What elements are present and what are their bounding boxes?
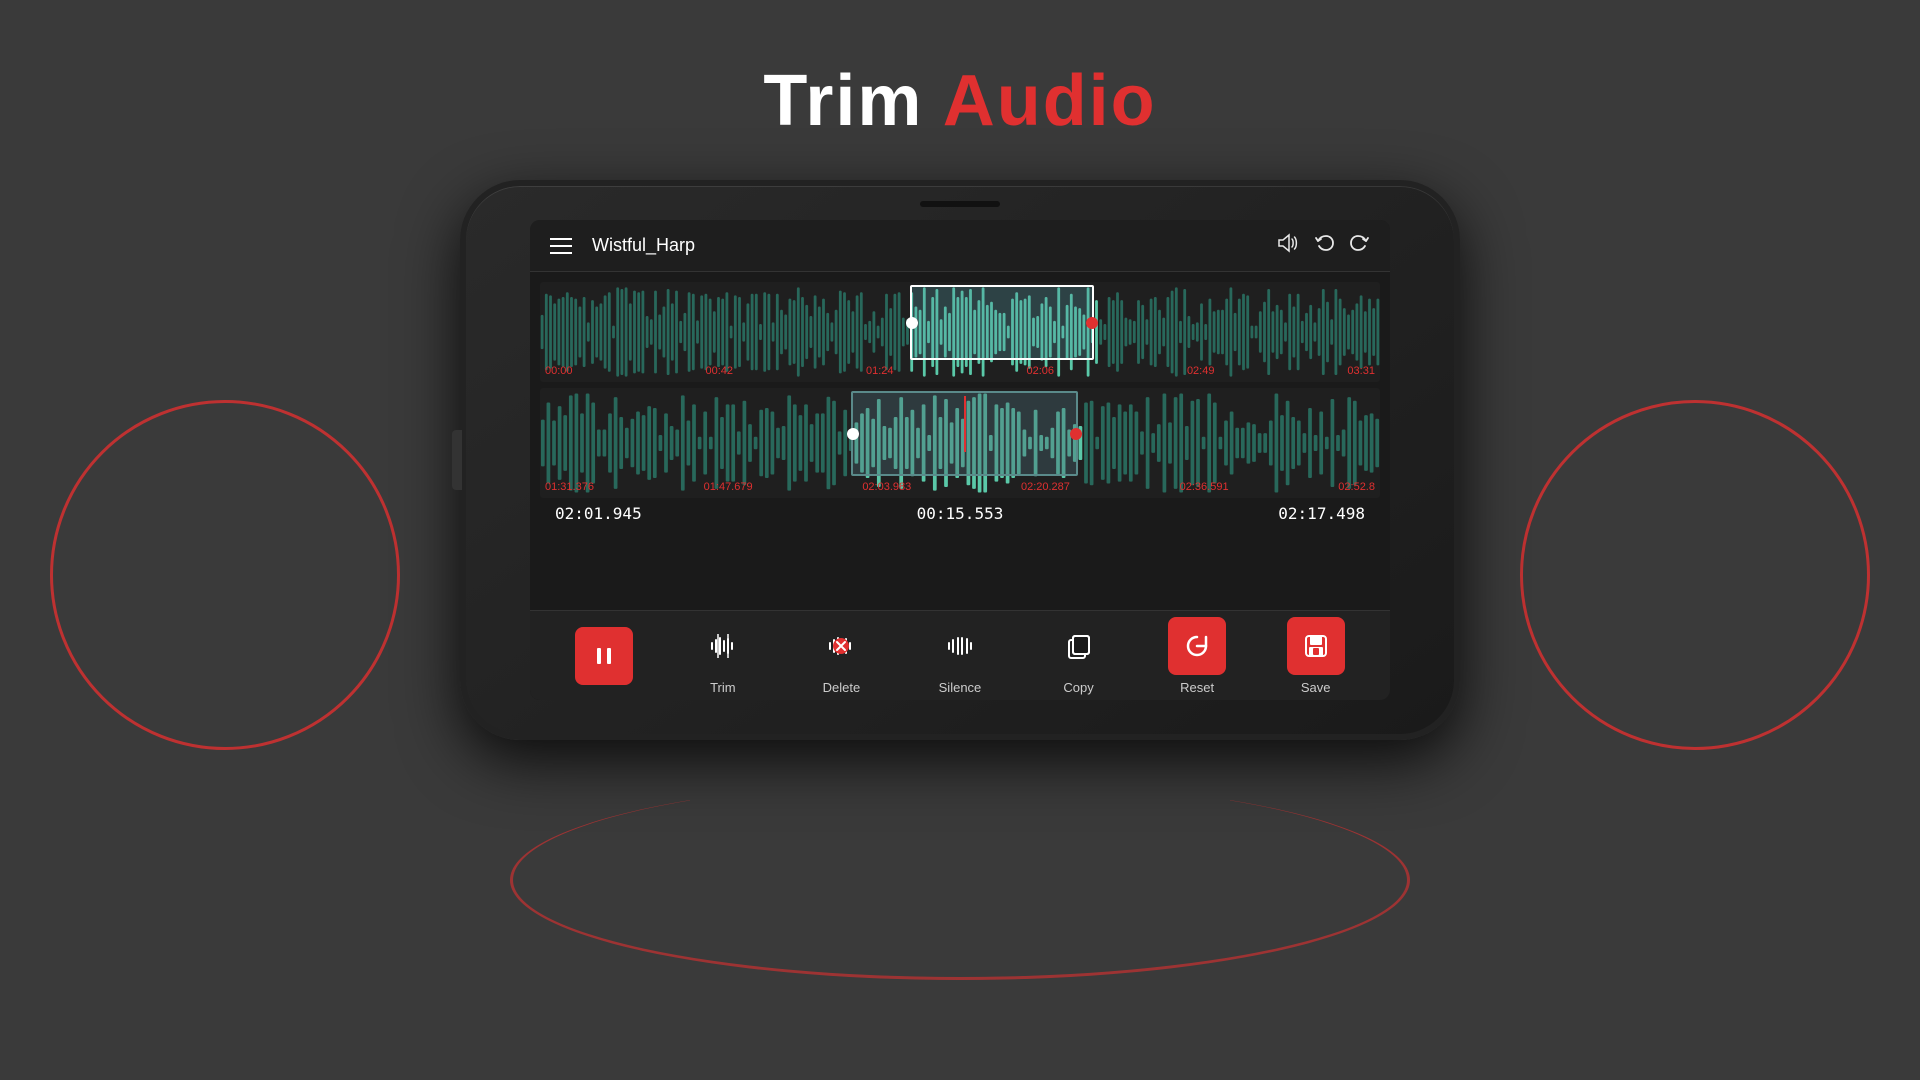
zoomed-left-handle[interactable]	[847, 428, 859, 440]
phone-mockup: Wistful_Harp	[460, 180, 1460, 740]
reset-icon-wrap[interactable]	[1168, 617, 1226, 675]
pause-icon	[592, 644, 616, 668]
overview-left-handle[interactable]	[906, 317, 918, 329]
save-button[interactable]: Save	[1281, 617, 1351, 695]
zoom-label-3: 02:20.287	[1021, 481, 1070, 493]
silence-icon-wrap[interactable]	[931, 617, 989, 675]
zoom-label-4: 02:36.591	[1180, 481, 1229, 493]
waveform-overview[interactable]: 00:00 00:42 01:24 02:06 02:49 03:31	[540, 282, 1380, 382]
waveform-zoomed[interactable]: 01:31.376 01:47.679 02:03.983 02:20.287 …	[540, 388, 1380, 498]
zoom-label-0: 01:31.376	[545, 481, 594, 493]
zoomed-right-handle[interactable]	[1070, 428, 1082, 440]
overview-selection-box[interactable]	[910, 285, 1095, 360]
decorative-arc-bottom	[510, 780, 1410, 980]
time-display-row: 02:01.945 00:15.553 02:17.498	[540, 498, 1380, 529]
title-normal: Trim	[763, 61, 942, 141]
overview-timeline: 00:00 00:42 01:24 02:06 02:49 03:31	[540, 360, 1380, 382]
silence-icon	[946, 632, 974, 660]
reset-icon	[1184, 633, 1210, 659]
phone-screen: Wistful_Harp	[530, 220, 1390, 700]
delete-icon-wrap[interactable]	[812, 617, 870, 675]
page-title: Trim Audio	[763, 60, 1156, 142]
time-end: 02:17.498	[1278, 504, 1365, 523]
timeline-label-1: 00:42	[705, 365, 733, 377]
delete-button[interactable]: Delete	[806, 617, 876, 695]
copy-label: Copy	[1063, 680, 1093, 695]
trim-icon-wrap[interactable]	[694, 617, 752, 675]
trim-label: Trim	[710, 680, 736, 695]
silence-button[interactable]: Silence	[925, 617, 995, 695]
save-label: Save	[1301, 680, 1331, 695]
hamburger-menu[interactable]	[550, 238, 572, 254]
silence-label: Silence	[939, 680, 982, 695]
phone-body: Wistful_Harp	[460, 180, 1460, 740]
reset-label: Reset	[1180, 680, 1214, 695]
timeline-label-2: 01:24	[866, 365, 894, 377]
play-pause-icon-wrap[interactable]	[575, 627, 633, 685]
timeline-label-4: 02:49	[1187, 365, 1215, 377]
reset-button[interactable]: Reset	[1162, 617, 1232, 695]
trim-button[interactable]: Trim	[688, 617, 758, 695]
undo-icon[interactable]	[1314, 233, 1334, 259]
save-icon	[1303, 633, 1329, 659]
delete-icon	[827, 632, 855, 660]
copy-icon	[1065, 632, 1093, 660]
zoom-label-1: 01:47.679	[704, 481, 753, 493]
timeline-label-3: 02:06	[1026, 365, 1054, 377]
timeline-label-0: 00:00	[545, 365, 573, 377]
app-file-title: Wistful_Harp	[592, 235, 1276, 256]
zoomed-selection-box[interactable]	[851, 391, 1078, 476]
playhead-line	[964, 396, 966, 452]
save-icon-wrap[interactable]	[1287, 617, 1345, 675]
delete-label: Delete	[823, 680, 861, 695]
zoomed-timeline: 01:31.376 01:47.679 02:03.983 02:20.287 …	[540, 476, 1380, 498]
waveform-section: 00:00 00:42 01:24 02:06 02:49 03:31	[530, 272, 1390, 610]
timeline-label-5: 03:31	[1347, 365, 1375, 377]
trim-icon	[709, 632, 737, 660]
side-button	[452, 430, 462, 490]
redo-icon[interactable]	[1350, 233, 1370, 259]
overview-right-handle[interactable]	[1086, 317, 1098, 329]
header-icons-group	[1276, 233, 1370, 259]
zoom-label-5: 02:52.8	[1338, 481, 1375, 493]
app-header: Wistful_Harp	[530, 220, 1390, 272]
decorative-circle-right	[1520, 400, 1870, 750]
volume-icon[interactable]	[1276, 233, 1298, 259]
title-accent: Audio	[943, 61, 1157, 141]
decorative-circle-left	[50, 400, 400, 750]
time-start: 02:01.945	[555, 504, 642, 523]
play-pause-button[interactable]	[569, 627, 639, 685]
zoom-label-2: 02:03.983	[862, 481, 911, 493]
copy-icon-wrap[interactable]	[1050, 617, 1108, 675]
phone-speaker	[920, 201, 1000, 207]
time-duration: 00:15.553	[917, 504, 1004, 523]
bottom-toolbar: Trim	[530, 610, 1390, 700]
copy-button[interactable]: Copy	[1044, 617, 1114, 695]
